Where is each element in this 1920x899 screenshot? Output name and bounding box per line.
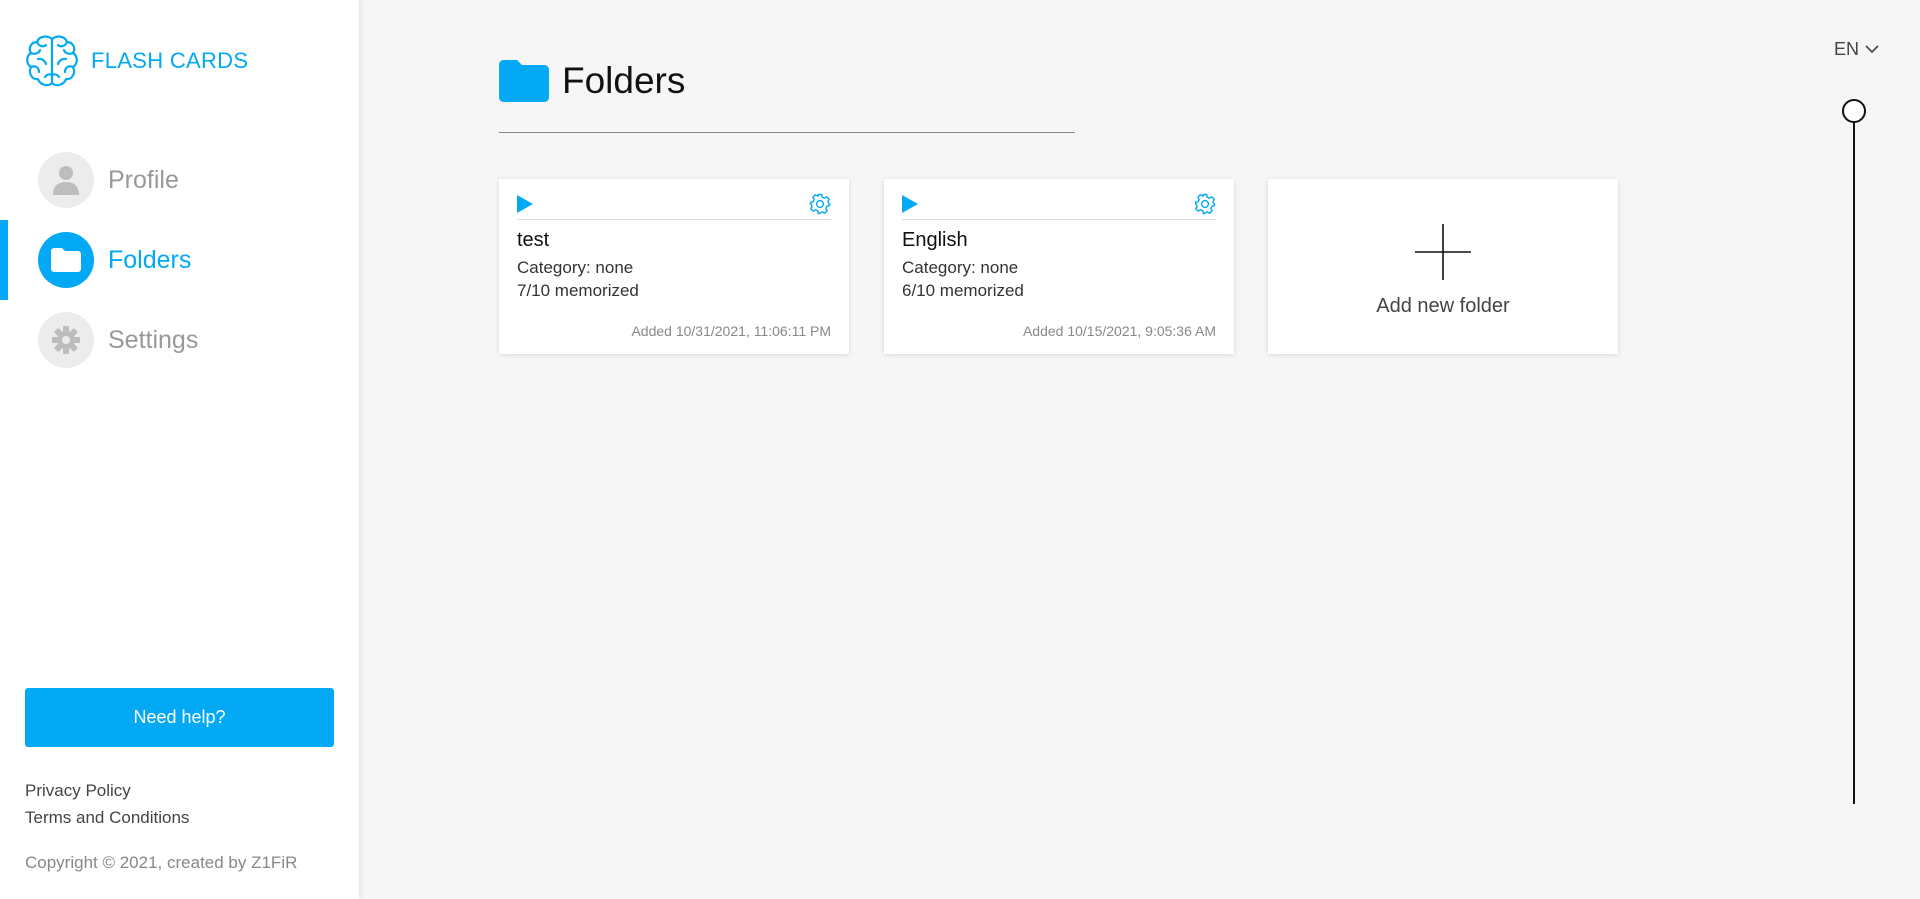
add-folder-card[interactable]: Add new folder [1268,179,1618,354]
language-value: EN [1834,39,1860,59]
copyright-text: Copyright © 2021, created by Z1FiR [25,853,298,872]
need-help-button[interactable]: Need help? [25,688,334,747]
header-divider [499,132,1075,133]
card-toolbar [517,189,831,220]
folder-category: Category: none [902,258,1019,277]
sidebar-nav: Profile Folders Settings [0,140,359,380]
profile-avatar [38,152,94,208]
folder-settings-icon[interactable] [1194,193,1216,215]
settings-nav-circle [38,312,94,368]
sidebar-item-label: Profile [108,165,179,194]
sidebar-item-label: Settings [108,325,199,354]
sidebar: FLASH CARDS Profile Folders Settings Nee… [0,0,359,899]
sidebar-item-folders[interactable]: Folders [0,220,359,300]
terms-link[interactable]: Terms and Conditions [25,804,189,831]
sidebar-item-label: Folders [108,245,192,274]
page-header: Folders [499,60,685,102]
folder-name: English [902,229,968,251]
folder-name: test [517,229,550,251]
chevron-down-icon [1865,45,1879,54]
folder-category: Category: none [517,258,634,277]
folder-icon [499,60,549,102]
folders-nav-circle [38,232,94,288]
folder-added-date: Added 10/31/2021, 11:06:11 PM [631,323,831,339]
brain-icon [26,35,78,87]
folder-added-date: Added 10/15/2021, 9:05:36 AM [1022,323,1216,339]
app-name: FLASH CARDS [91,48,249,73]
privacy-policy-link[interactable]: Privacy Policy [25,777,189,804]
app-logo[interactable]: FLASH CARDS [25,33,248,89]
language-selector[interactable]: EN [1834,39,1879,60]
person-icon [53,166,79,195]
folder-card[interactable]: English Category: none 6/10 memorized Ad… [884,179,1234,354]
scroll-track[interactable] [1840,98,1868,806]
folder-progress: 7/10 memorized [517,281,639,300]
folder-icon [51,248,81,272]
scroll-handle [1842,99,1866,123]
footer-links: Privacy Policy Terms and Conditions [25,777,189,831]
folder-meta: Category: none 6/10 memorized [902,256,1024,302]
folder-progress: 6/10 memorized [902,281,1024,300]
sidebar-item-settings[interactable]: Settings [0,300,359,380]
folder-card[interactable]: test Category: none 7/10 memorized Added… [499,179,849,354]
add-folder-label: Add new folder [1376,295,1510,317]
page-title: Folders [562,60,686,101]
sidebar-item-profile[interactable]: Profile [0,140,359,220]
card-toolbar [902,189,1216,220]
play-icon[interactable] [902,195,918,213]
folder-settings-icon[interactable] [809,193,831,215]
folder-meta: Category: none 7/10 memorized [517,256,639,302]
plus-icon [1415,224,1471,280]
play-icon[interactable] [517,195,533,213]
gear-icon [52,326,80,354]
